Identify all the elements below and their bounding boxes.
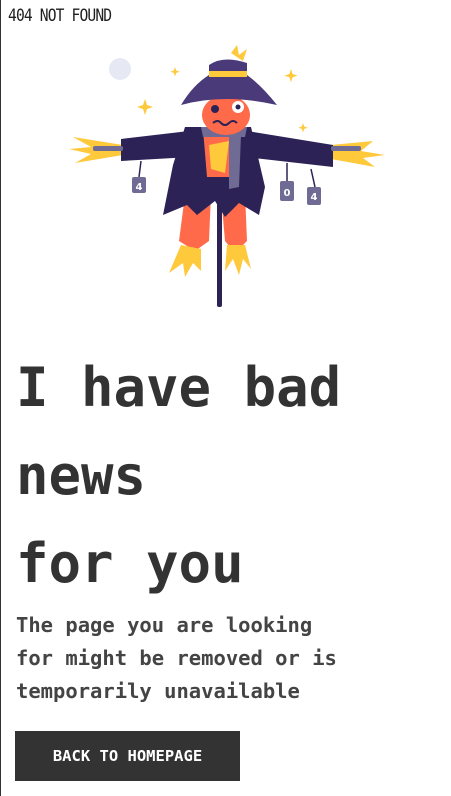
back-to-homepage-button[interactable]: BACK TO HOMEPAGE bbox=[15, 731, 240, 781]
scarecrow-head bbox=[202, 95, 250, 135]
headline: I have bad news for you bbox=[16, 344, 436, 608]
error-message-line: temporarily unavailable bbox=[16, 679, 300, 703]
moon-icon bbox=[109, 58, 131, 80]
headline-line: for you bbox=[16, 532, 244, 595]
pole bbox=[217, 195, 222, 307]
error-message: The page you are looking for might be re… bbox=[16, 609, 416, 708]
sign-letter: 0 bbox=[284, 188, 291, 199]
error-message-line: for might be removed or is bbox=[16, 646, 337, 670]
sign-letter: 4 bbox=[136, 182, 143, 193]
sign-letter: 4 bbox=[311, 192, 318, 203]
headline-line: I have bad bbox=[16, 356, 342, 419]
headline-line: news bbox=[16, 444, 147, 507]
hat bbox=[181, 59, 277, 105]
scarecrow-illustration: 4 0 4 bbox=[69, 45, 385, 307]
page-title: 404 NOT FOUND bbox=[8, 6, 112, 26]
straw-feet bbox=[169, 245, 201, 277]
error-message-line: The page you are looking bbox=[16, 613, 313, 637]
